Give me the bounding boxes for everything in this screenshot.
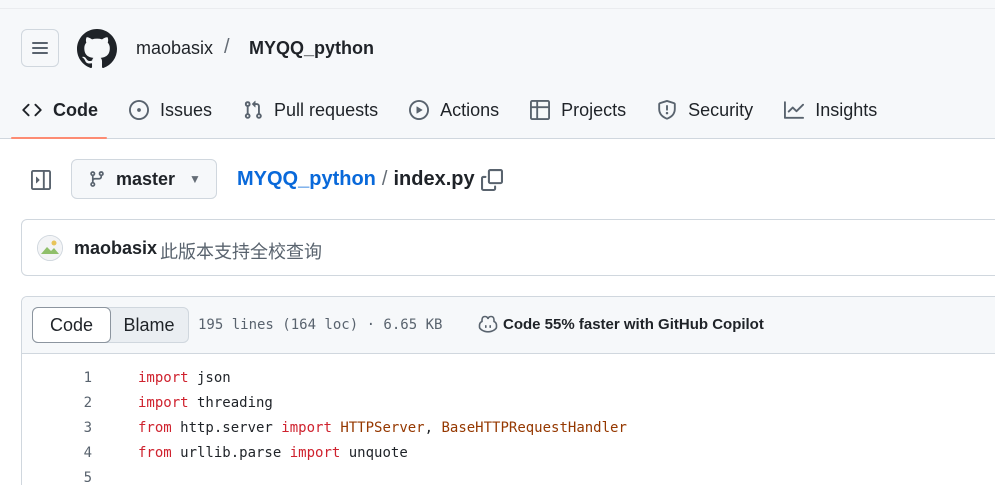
code-mode-button[interactable]: Code <box>32 307 112 343</box>
code-token: import <box>281 419 332 436</box>
table-icon <box>529 99 551 121</box>
code-token: , <box>424 419 442 436</box>
github-logo-icon[interactable] <box>77 29 117 69</box>
tab-insights[interactable]: Insights <box>783 90 877 130</box>
copy-path-icon[interactable] <box>481 169 503 191</box>
code-token: import <box>289 444 341 461</box>
tab-issues-label: Issues <box>160 99 213 120</box>
code-icon <box>21 99 43 121</box>
line-number[interactable]: 4 <box>22 445 92 461</box>
repo-name-link[interactable]: MYQQ_python <box>249 38 374 59</box>
line-number[interactable]: 1 <box>22 370 92 386</box>
code-token: json <box>188 369 231 386</box>
menu-button[interactable] <box>21 29 59 67</box>
breadcrumb-repo-link[interactable]: MYQQ_python <box>237 168 376 190</box>
line-content: from urllib.parse import unquote <box>138 445 408 461</box>
avatar[interactable] <box>37 235 63 261</box>
github-file-page: maobasix / MYQQ_python Code Issues Pull <box>0 0 995 485</box>
code-token: unquote <box>340 444 408 461</box>
code-token: from <box>138 444 172 461</box>
file-stats: 195 lines (164 loc) · 6.65 KB <box>198 317 443 333</box>
graph-icon <box>783 99 805 121</box>
latest-commit-box: maobasix 此版本支持全校查询 <box>21 219 995 276</box>
tab-security-label: Security <box>688 99 754 120</box>
line-content: import threading <box>138 395 273 411</box>
code-line: 3 from http.server import HTTPServer, Bas… <box>22 415 995 440</box>
line-content: from http.server import HTTPServer, Base… <box>138 420 627 436</box>
breadcrumb-separator: / <box>381 168 388 190</box>
breadcrumb-file-name: index.py <box>393 168 475 190</box>
code-token: import <box>138 394 189 411</box>
blame-mode-button[interactable]: Blame <box>110 308 188 342</box>
line-number[interactable]: 2 <box>22 395 92 411</box>
branch-selector-button[interactable]: master ▼ <box>71 159 217 199</box>
triangle-down-icon: ▼ <box>189 172 201 186</box>
code-token: HTTPServer <box>340 419 425 436</box>
copilot-icon <box>478 315 498 333</box>
commit-author[interactable]: maobasix <box>74 238 157 259</box>
code-lines: 1 import json 2 import threading 3 from http.… <box>22 365 995 485</box>
code-line: 1 import json <box>22 365 995 390</box>
git-branch-icon <box>88 170 106 188</box>
breadcrumb-separator: / <box>224 36 230 58</box>
shield-icon <box>656 99 678 121</box>
tab-security[interactable]: Security <box>656 90 753 130</box>
sidebar-expand-icon[interactable] <box>31 170 51 190</box>
tab-actions[interactable]: Actions <box>408 90 499 130</box>
code-token: BaseHTTPRequestHandler <box>441 419 627 436</box>
line-number[interactable]: 3 <box>22 420 92 436</box>
repo-nav: Code Issues Pull requests Actions Projec… <box>11 90 907 139</box>
code-viewer-header: Code Blame 195 lines (164 loc) · 6.65 KB… <box>22 297 995 354</box>
code-token: urllib.parse <box>171 444 290 461</box>
code-token: from <box>138 419 172 436</box>
code-viewer: Code Blame 195 lines (164 loc) · 6.65 KB… <box>21 296 995 485</box>
repo-owner-link[interactable]: maobasix <box>136 38 213 59</box>
tab-insights-label: Insights <box>815 99 878 120</box>
tab-issues[interactable]: Issues <box>128 90 212 130</box>
branch-name: master <box>116 168 176 189</box>
code-token: import <box>138 369 189 386</box>
tab-pull-requests[interactable]: Pull requests <box>242 90 378 130</box>
file-breadcrumb: MYQQ_python / index.py <box>237 168 475 191</box>
git-pull-request-icon <box>242 99 264 121</box>
code-line: 4 from urllib.parse import unquote <box>22 440 995 465</box>
header-divider <box>0 8 995 9</box>
tab-projects[interactable]: Projects <box>529 90 626 130</box>
issue-opened-icon <box>128 99 150 121</box>
tab-actions-label: Actions <box>440 99 500 120</box>
hamburger-icon <box>32 42 48 54</box>
tab-code-label: Code <box>53 99 98 120</box>
tab-code[interactable]: Code <box>11 90 107 139</box>
code-token: http.server <box>171 419 282 436</box>
avatar-placeholder-icon <box>38 236 62 260</box>
code-token: threading <box>188 394 273 411</box>
code-line: 5 <box>22 465 995 485</box>
line-number[interactable]: 5 <box>22 470 92 485</box>
tab-pull-requests-label: Pull requests <box>274 99 379 120</box>
commit-message[interactable]: 此版本支持全校查询 <box>160 238 322 264</box>
view-mode-toggle: Code Blame <box>32 307 190 343</box>
copilot-promo-link[interactable]: Code 55% faster with GitHub Copilot <box>478 315 764 333</box>
line-content: import json <box>138 370 231 386</box>
play-icon <box>408 99 430 121</box>
copilot-promo-text: Code 55% faster with GitHub Copilot <box>503 315 764 333</box>
code-line: 2 import threading <box>22 390 995 415</box>
repo-header: maobasix / MYQQ_python Code Issues Pull <box>0 0 995 139</box>
tab-projects-label: Projects <box>561 99 627 120</box>
